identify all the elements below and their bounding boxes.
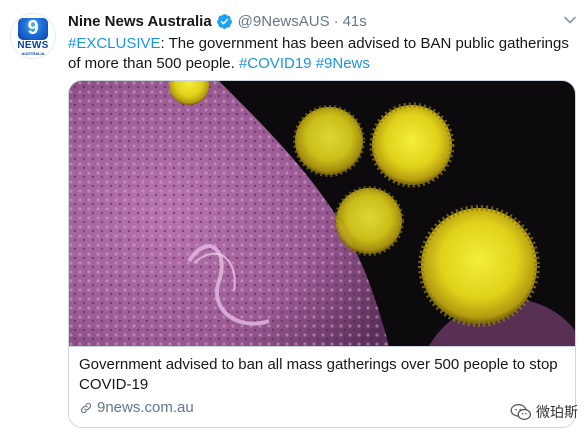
- card-domain[interactable]: 9news.com.au: [79, 399, 565, 416]
- watermark: 微珀斯: [510, 402, 578, 422]
- avatar-logo-nine: 9: [27, 17, 39, 39]
- avatar-logo-sub: AUSTRALIA: [21, 51, 45, 56]
- tweet: 9 NEWS AUSTRALIA Nine News Australia @9N…: [0, 0, 588, 436]
- wechat-icon: [510, 404, 532, 420]
- avatar[interactable]: 9 NEWS AUSTRALIA: [11, 14, 55, 58]
- tweet-header: Nine News Australia @9NewsAUS · 41s: [68, 10, 367, 32]
- header-separator: ·: [333, 12, 339, 30]
- avatar-logo-news: NEWS: [17, 40, 49, 51]
- hashtag-covid19[interactable]: #COVID19: [239, 55, 312, 72]
- author-name[interactable]: Nine News Australia: [68, 13, 212, 30]
- card-image: [69, 81, 575, 346]
- chevron-down-icon[interactable]: [560, 10, 580, 30]
- tweet-timestamp[interactable]: 41s: [343, 13, 367, 30]
- card-body: Government advised to ban all mass gathe…: [69, 346, 575, 427]
- hashtag-exclusive[interactable]: #EXCLUSIVE: [68, 35, 161, 52]
- link-icon: [80, 402, 92, 413]
- link-card[interactable]: Government advised to ban all mass gathe…: [68, 80, 576, 428]
- hashtag-9news[interactable]: #9News: [316, 55, 370, 72]
- card-domain-text: 9news.com.au: [97, 399, 194, 416]
- tweet-text: #EXCLUSIVE: The government has been advi…: [68, 34, 578, 74]
- verified-badge-icon: [216, 13, 232, 29]
- card-title[interactable]: Government advised to ban all mass gathe…: [79, 355, 565, 395]
- author-handle[interactable]: @9NewsAUS: [238, 13, 330, 30]
- watermark-text: 微珀斯: [536, 404, 578, 420]
